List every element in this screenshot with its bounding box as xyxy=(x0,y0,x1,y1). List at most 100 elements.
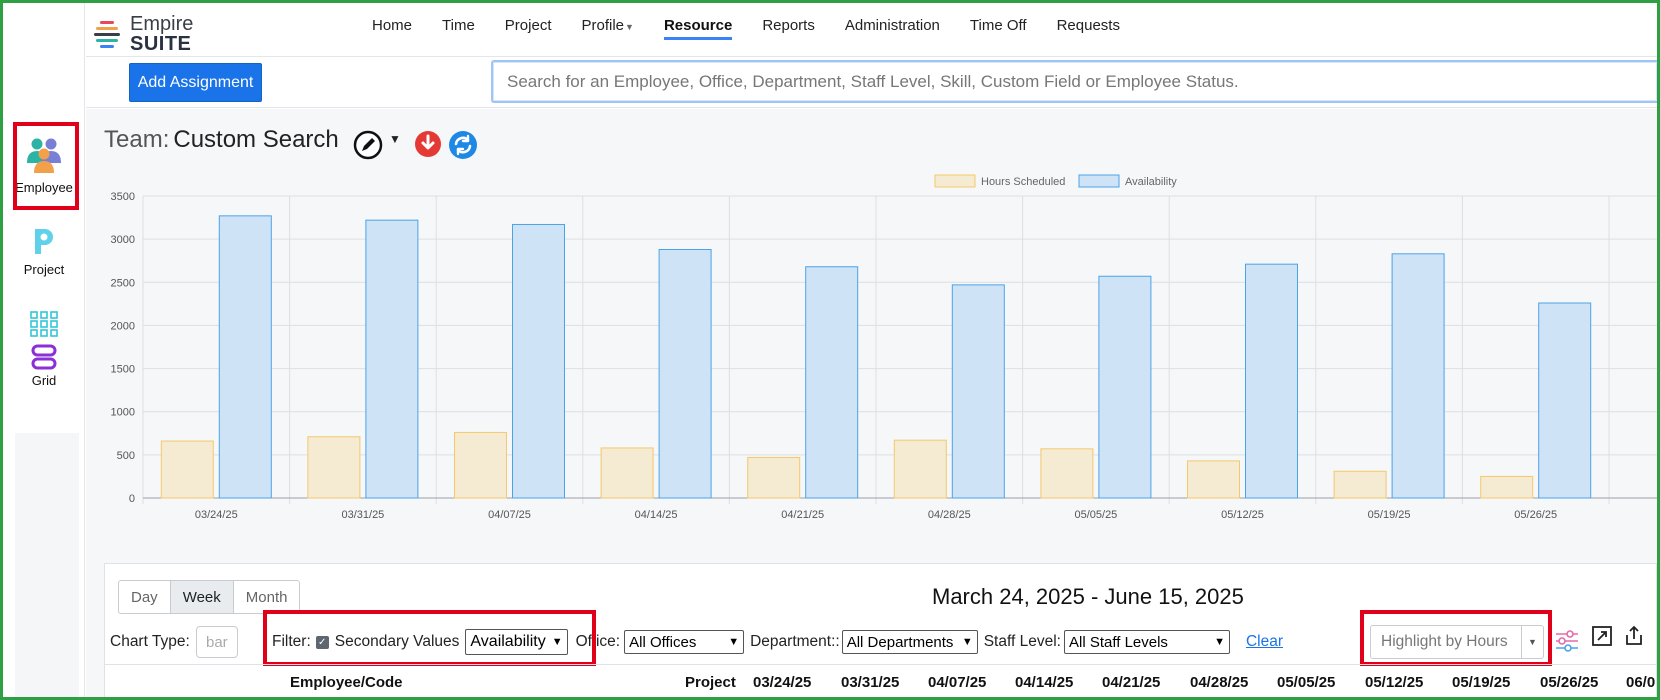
rail-item-grid[interactable]: Grid xyxy=(3,308,85,388)
share-icon[interactable] xyxy=(1622,624,1646,648)
edit-pencil-icon[interactable] xyxy=(353,130,383,160)
team-prefix: Team: xyxy=(104,126,170,153)
nav-time[interactable]: Time xyxy=(442,17,475,40)
highlight-box-filter xyxy=(263,610,596,666)
bar-availability xyxy=(218,215,272,499)
y-tick-label: 2500 xyxy=(111,277,135,289)
x-tick-label: 05/19/25 xyxy=(1368,509,1411,521)
bar-availability xyxy=(805,266,859,499)
search-box xyxy=(491,60,1657,103)
chevron-down-icon: ▼ xyxy=(961,636,973,648)
col-week-9[interactable]: 05/19/25 xyxy=(1452,674,1510,691)
bar-hours-scheduled xyxy=(160,440,214,499)
sliders-icon[interactable] xyxy=(1553,627,1581,655)
y-tick-label: 2000 xyxy=(111,320,135,332)
rail-item-project[interactable]: Project xyxy=(3,225,85,277)
view-day-button[interactable]: Day xyxy=(119,581,171,613)
col-week-10[interactable]: 05/26/25 xyxy=(1540,674,1598,691)
legend-label: Availability xyxy=(1125,176,1177,188)
bar-hours-scheduled xyxy=(307,436,361,499)
nav-project[interactable]: Project xyxy=(505,17,552,40)
clear-link[interactable]: Clear xyxy=(1246,633,1283,651)
col-week-1[interactable]: 03/24/25 xyxy=(753,674,811,691)
rail-background-panel xyxy=(15,433,79,697)
col-week-6[interactable]: 04/28/25 xyxy=(1190,674,1248,691)
col-week-8[interactable]: 05/12/25 xyxy=(1365,674,1423,691)
col-week-11[interactable]: 06/0 xyxy=(1626,674,1655,691)
bar-availability xyxy=(1391,253,1445,499)
bar-availability xyxy=(951,284,1005,499)
col-week-5[interactable]: 04/21/25 xyxy=(1102,674,1160,691)
highlight-box-highlight xyxy=(1360,610,1552,666)
bar-availability xyxy=(658,248,712,499)
department-select[interactable]: All Departments ▼ xyxy=(841,630,978,654)
x-tick-label: 04/07/25 xyxy=(488,509,531,521)
x-tick-label: 03/31/25 xyxy=(341,509,384,521)
office-value: All Offices xyxy=(629,633,697,651)
x-tick-label: 03/24/25 xyxy=(195,509,238,521)
x-tick-label: 05/26/25 xyxy=(1514,509,1557,521)
search-input[interactable] xyxy=(493,62,1657,101)
chevron-down-icon: ▼ xyxy=(625,22,634,32)
y-tick-label: 1500 xyxy=(111,364,135,376)
view-month-button[interactable]: Month xyxy=(234,581,300,613)
nav-home[interactable]: Home xyxy=(372,17,412,40)
bar-hours-scheduled xyxy=(893,439,947,499)
toolbar: Add Assignment xyxy=(86,58,1657,108)
add-assignment-button[interactable]: Add Assignment xyxy=(129,63,262,102)
col-project[interactable]: Project xyxy=(685,674,736,691)
download-icon[interactable] xyxy=(414,130,442,158)
nav-reports[interactable]: Reports xyxy=(762,17,815,40)
view-toggle: Day Week Month xyxy=(118,580,301,614)
table-header: Employee/Code Project 03/24/25 03/31/25 … xyxy=(104,664,1657,700)
logo-text-bottom: SUITE xyxy=(130,33,192,55)
resource-chart: 0 500 1000 1500 2000 2500 3000 3500 03/24/25 03/3… xyxy=(86,170,1657,560)
left-rail: Employee Project Grid xyxy=(3,3,85,697)
col-week-3[interactable]: 04/07/25 xyxy=(928,674,986,691)
legend-label: Hours Scheduled xyxy=(981,176,1065,188)
nav-administration[interactable]: Administration xyxy=(845,17,940,40)
nav-time-off[interactable]: Time Off xyxy=(970,17,1027,40)
col-employee-code[interactable]: Employee/Code xyxy=(290,674,403,691)
y-tick-label: 3500 xyxy=(111,191,135,203)
nav-profile-label: Profile xyxy=(581,17,625,34)
staff-level-select[interactable]: All Staff Levels ▼ xyxy=(1063,630,1230,654)
nav-resource[interactable]: Resource xyxy=(663,17,733,40)
y-tick-label: 500 xyxy=(117,450,135,462)
grid-icon xyxy=(30,311,58,370)
department-value: All Departments xyxy=(846,633,954,651)
col-week-4[interactable]: 04/14/25 xyxy=(1015,674,1073,691)
chevron-down-icon: ▼ xyxy=(728,636,740,648)
x-tick-label: 04/28/25 xyxy=(928,509,971,521)
chevron-down-icon: ▼ xyxy=(1214,636,1225,648)
expand-icon[interactable] xyxy=(1590,624,1614,648)
bar-availability xyxy=(365,219,419,499)
edit-dropdown-caret-icon[interactable]: ▼ xyxy=(389,132,401,146)
nav-menu: Home Time Project Profile▼ Resource Repo… xyxy=(372,17,1150,40)
highlight-box-employee xyxy=(13,122,79,210)
y-tick-label: 0 xyxy=(129,493,135,505)
chart-type-label: Chart Type: xyxy=(110,633,190,650)
bar-hours-scheduled xyxy=(1040,448,1094,499)
legend-swatch xyxy=(934,174,976,188)
bar-availability xyxy=(1245,263,1298,499)
chart-type-input[interactable]: bar xyxy=(195,626,238,658)
department-label: Department:: xyxy=(750,633,840,650)
refresh-icon[interactable] xyxy=(448,130,478,160)
nav-requests[interactable]: Requests xyxy=(1057,17,1120,40)
bar-hours-scheduled xyxy=(600,447,654,499)
bar-availability xyxy=(1098,275,1152,499)
legend-swatch xyxy=(1078,174,1120,188)
app-logo[interactable]: Empire SUITE xyxy=(94,11,204,55)
col-week-7[interactable]: 05/05/25 xyxy=(1277,674,1335,691)
bar-chart-svg: 0 500 1000 1500 2000 2500 3000 3500 03/24/25 03/3… xyxy=(111,174,1657,521)
staff-level-value: All Staff Levels xyxy=(1068,633,1168,651)
project-p-icon xyxy=(35,229,53,254)
view-week-button[interactable]: Week xyxy=(170,581,234,613)
office-select[interactable]: All Offices ▼ xyxy=(624,630,745,654)
col-week-2[interactable]: 03/31/25 xyxy=(841,674,899,691)
bar-hours-scheduled xyxy=(747,456,801,499)
bar-hours-scheduled xyxy=(1333,470,1387,499)
nav-profile[interactable]: Profile▼ xyxy=(581,17,633,40)
bar-availability xyxy=(1538,302,1592,499)
